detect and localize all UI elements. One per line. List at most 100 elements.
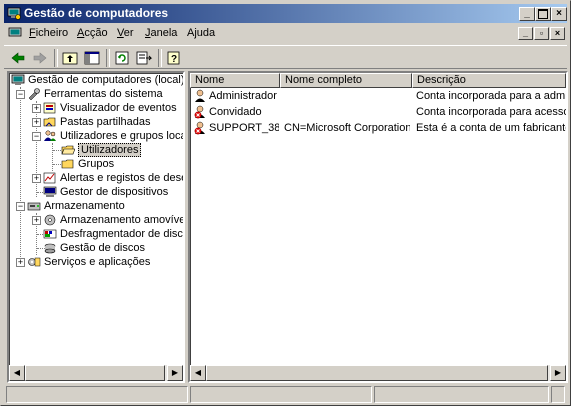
folder-open-icon [61,145,75,155]
toolbar: ? [4,45,567,69]
maximize-button[interactable] [535,7,551,21]
back-button[interactable] [8,49,28,67]
expand-toggle[interactable]: + [32,118,41,127]
computer-management-icon [11,74,25,86]
collapse-toggle[interactable]: − [16,202,25,211]
table-row[interactable]: SUPPORT_38... CN=Microsoft Corporation..… [190,120,566,136]
close-icon: × [554,28,561,38]
title-bar[interactable]: Gestão de computadores _ × [4,4,567,23]
users-groups-icon [44,130,56,142]
tree-item-root[interactable]: Gestão de computadores (local) [11,73,183,87]
triangle-left-icon: ◀ [194,368,202,377]
collapse-toggle[interactable]: − [32,132,41,141]
forward-button[interactable] [30,49,50,67]
scroll-right-button[interactable]: ▶ [550,365,566,381]
disabled-user-icon [194,105,205,119]
mdi-restore-button[interactable]: ▫ [534,27,549,40]
tree-item-local-users-groups[interactable]: Utilizadores e grupos locais [43,129,183,143]
expand-toggle[interactable]: + [32,104,41,113]
restore-icon: ▫ [539,28,544,38]
scroll-left-button[interactable]: ◀ [9,365,25,381]
menu-accao[interactable]: Acção [77,27,108,39]
table-row[interactable]: Convidado Conta incorporada para acesso … [190,104,566,120]
folder-up-icon [62,52,78,65]
shared-folder-icon [43,117,56,127]
user-icon [195,89,205,102]
toolbar-separator [54,49,58,67]
help-button[interactable]: ? [164,49,184,67]
window-title: Gestão de computadores [24,6,169,20]
status-panel [6,386,188,403]
mdi-minimize-button[interactable]: _ [518,27,533,40]
tree-item-shared-folders[interactable]: Pastas partilhadas [43,115,151,129]
size-grip[interactable] [551,386,565,403]
details-horizontal-scrollbar[interactable]: ◀ ▶ [190,365,566,381]
performance-logs-icon [43,172,56,184]
tree-item-users[interactable]: Utilizadores [61,143,142,157]
tree-item-removable-storage[interactable]: Armazenamento amovível [43,213,183,227]
folder-icon [61,159,74,169]
minimize-button[interactable]: _ [519,7,535,21]
toolbar-separator [106,49,110,67]
tree-item-storage[interactable]: Armazenamento [27,199,125,213]
arrow-right-icon [33,52,47,64]
export-list-button[interactable] [134,49,154,67]
main-window: Gestão de computadores _ × Ficheiro Acçã… [0,0,571,406]
tree-item-device-manager[interactable]: Gestor de dispositivos [43,185,168,199]
scroll-thumb[interactable] [206,365,548,381]
device-manager-icon [43,186,57,198]
tree-line [52,143,53,171]
tree-item-groups[interactable]: Grupos [61,157,114,171]
scroll-left-button[interactable]: ◀ [190,365,206,381]
tree-item-disk-management[interactable]: Gestão de discos [43,241,145,255]
arrow-left-icon [11,52,25,64]
tree-line [53,150,61,151]
computer-management-icon [7,7,21,20]
column-header-full-name[interactable]: Nome completo [280,73,412,88]
svg-text:?: ? [171,54,177,65]
mdi-child-icon[interactable] [8,26,22,40]
triangle-right-icon: ▶ [554,368,562,377]
menu-ver[interactable]: Ver [117,27,134,39]
disabled-user-icon [194,121,205,135]
tree-item-services-applications[interactable]: Serviços e aplicações [27,255,150,269]
console-tree-icon [84,51,100,65]
minimize-icon: _ [524,8,530,19]
tree-item-alerts[interactable]: Alertas e registos de desempenho [43,171,183,185]
close-button[interactable]: × [551,7,567,21]
up-one-level-button[interactable] [60,49,80,67]
table-row[interactable]: Administrador Conta incorporada para a a… [190,88,566,104]
collapse-toggle[interactable]: − [16,90,25,99]
column-header-description[interactable]: Descrição [412,73,566,88]
tree-horizontal-scrollbar[interactable]: ◀ ▶ [9,365,183,381]
menu-janela[interactable]: Janela [145,27,177,39]
removable-storage-icon [44,214,56,226]
expand-toggle[interactable]: + [32,174,41,183]
refresh-button[interactable] [112,49,132,67]
menu-ficheiro[interactable]: Ficheiro [29,27,68,39]
console-tree-pane[interactable]: Gestão de computadores (local) − Ferrame… [7,71,185,383]
tree-item-disk-defragmenter[interactable]: Desfragmentador de disco [43,227,183,241]
tree-item-system-tools[interactable]: Ferramentas do sistema [27,87,163,101]
defragmenter-icon [43,229,57,239]
mdi-close-button[interactable]: × [550,27,565,40]
event-viewer-icon [43,102,56,114]
tree-item-event-viewer[interactable]: Visualizador de eventos [43,101,177,115]
tree-line [53,164,61,165]
triangle-right-icon: ▶ [171,368,179,377]
show-hide-console-tree-button[interactable] [82,49,102,67]
expand-toggle[interactable]: + [32,216,41,225]
refresh-icon [115,51,129,65]
storage-icon [27,202,41,211]
tools-icon [28,88,40,101]
scroll-right-button[interactable]: ▶ [167,365,183,381]
column-header-name[interactable]: Nome [190,73,280,88]
details-pane[interactable]: Nome Nome completo Descrição Administrad… [188,71,568,383]
scroll-thumb[interactable] [25,365,165,381]
status-bar [4,386,567,403]
disk-management-icon [44,243,56,254]
expand-toggle[interactable]: + [16,258,25,267]
menu-ajuda[interactable]: Ajuda [187,27,215,39]
help-icon: ? [167,51,180,65]
services-icon [28,257,41,267]
